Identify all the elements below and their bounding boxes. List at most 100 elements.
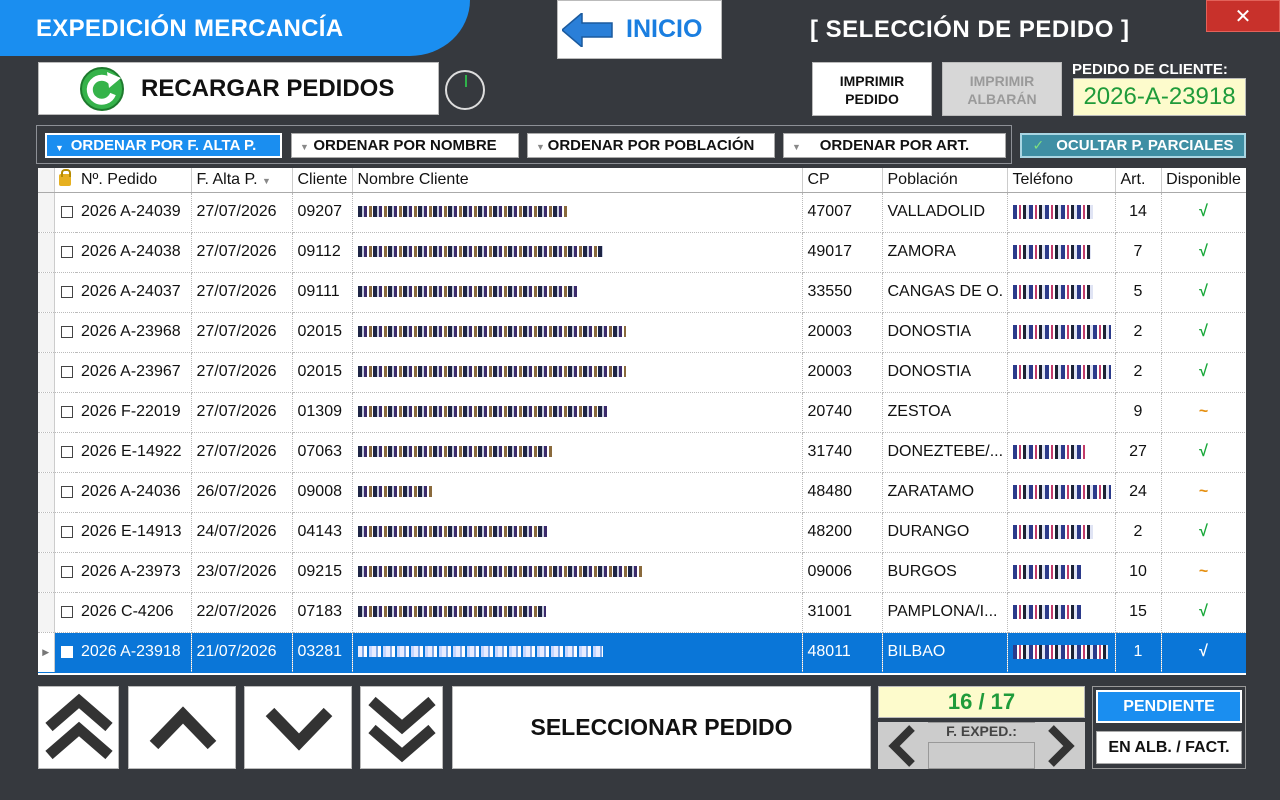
row-checkbox-cell[interactable] [54,632,76,673]
row-checkbox-cell[interactable] [54,472,76,513]
table-row[interactable]: 2026 A-23967 27/07/2026 02015 20003 DONOSTIA… [38,352,1246,393]
dispatch-date-next-button[interactable] [1035,722,1085,769]
row-selector[interactable] [38,232,55,273]
col-order-number[interactable]: Nº. Pedido [76,168,192,193]
hide-partial-toggle[interactable]: ✓ OCULTAR P. PARCIALES [1020,133,1246,158]
redacted-client-name [357,446,553,458]
sort-by-town-button[interactable]: ▼ ORDENAR POR POBLACIÓN [527,133,775,158]
phone [1007,472,1116,513]
row-checkbox[interactable] [60,645,73,658]
col-client-name[interactable]: Nombre Cliente [352,168,803,193]
availability-cell: ~ [1161,392,1246,433]
close-button[interactable]: ✕ [1206,0,1280,32]
col-phone[interactable]: Teléfono [1007,168,1116,193]
table-row[interactable]: 2026 A-23968 27/07/2026 02015 20003 DONOSTIA… [38,312,1246,353]
row-checkbox[interactable] [60,405,73,418]
row-selector[interactable] [38,552,55,593]
row-checkbox[interactable] [60,285,73,298]
row-checkbox-cell[interactable] [54,592,76,633]
row-checkbox-cell[interactable] [54,352,76,393]
row-selector[interactable]: ▶ [38,632,55,673]
row-checkbox-cell[interactable] [54,192,76,233]
table-row[interactable]: 2026 E-14922 27/07/2026 07063 31740 DONEZTEB… [38,432,1246,473]
table-row[interactable]: 2026 C-4206 22/07/2026 07183 31001 PAMPLONA/… [38,592,1246,633]
col-town[interactable]: Población [882,168,1008,193]
table-row[interactable]: 2026 F-22019 27/07/2026 01309 20740 ZESTOA 9 ~ [38,392,1246,433]
lock-icon [58,168,71,186]
row-checkbox-cell[interactable] [54,232,76,273]
reload-orders-button[interactable]: RECARGAR PEDIDOS [38,62,439,115]
row-selector[interactable] [38,592,55,633]
town: BURGOS [882,552,1008,593]
table-row[interactable]: ▶ 2026 A-23918 21/07/2026 03281 48011 BILBAO 1… [38,632,1246,673]
client-name [352,312,803,353]
col-postal-code[interactable]: CP [802,168,883,193]
table-row[interactable]: 2026 A-24038 27/07/2026 09112 49017 ZAMORA 7 √ [38,232,1246,273]
col-date[interactable]: F. Alta P. ▼ [191,168,293,193]
table-row[interactable]: 2026 A-23973 23/07/2026 09215 09006 BURGOS 10… [38,552,1246,593]
print-order-button[interactable]: IMPRIMIR PEDIDO [812,62,932,116]
postal-code: 48011 [802,632,883,673]
table-row[interactable]: 2026 E-14913 24/07/2026 04143 48200 DURANGO 2… [38,512,1246,553]
row-checkbox[interactable] [60,605,73,618]
home-label: INICIO [626,15,703,43]
row-selector[interactable] [38,192,55,233]
row-checkbox[interactable] [60,245,73,258]
row-checkbox[interactable] [60,565,73,578]
row-selector[interactable] [38,312,55,353]
row-selector[interactable] [38,512,55,553]
redacted-phone [1012,244,1091,259]
select-order-button[interactable]: SELECCIONAR PEDIDO [452,686,871,769]
next-button[interactable] [244,686,352,769]
redacted-phone [1012,364,1111,379]
row-checkbox-cell[interactable] [54,272,76,313]
col-available[interactable]: Disponible [1161,168,1246,193]
pending-filter-button[interactable]: PENDIENTE [1096,690,1242,723]
row-checkbox[interactable] [60,205,73,218]
previous-button[interactable] [128,686,236,769]
availability-icon: √ [1199,443,1208,460]
row-selector[interactable] [38,272,55,313]
row-checkbox-cell[interactable] [54,552,76,593]
sort-by-name-button[interactable]: ▼ ORDENAR POR NOMBRE [291,133,519,158]
row-selector[interactable] [38,432,55,473]
chevron-left-icon [888,725,915,767]
sort-by-art-button[interactable]: ▼ ORDENAR POR ART. [783,133,1006,158]
dispatch-date-prev-button[interactable] [878,722,928,769]
article-count: 9 [1115,392,1162,433]
sort-by-date-label: ORDENAR POR F. ALTA P. [70,137,257,154]
row-selector[interactable] [38,472,55,513]
row-checkbox-cell[interactable] [54,312,76,353]
table-row[interactable]: 2026 A-24039 27/07/2026 09207 47007 VALLADOL… [38,192,1246,233]
invoiced-filter-button[interactable]: EN ALB. / FACT. [1096,731,1242,764]
row-checkbox-cell[interactable] [54,512,76,553]
row-checkbox[interactable] [60,445,73,458]
first-page-button[interactable] [38,686,119,769]
redacted-client-name [357,486,433,498]
row-checkbox[interactable] [60,365,73,378]
dispatch-date-field[interactable] [928,742,1035,769]
redacted-client-name [357,286,578,298]
redacted-client-name [357,646,603,658]
row-selector[interactable] [38,392,55,433]
caret-down-icon: ▼ [55,143,64,153]
print-delivery-note-button[interactable]: IMPRIMIR ALBARÁN [942,62,1062,116]
sort-desc-icon: ▼ [262,175,271,186]
order-date: 23/07/2026 [191,552,293,593]
last-page-button[interactable] [360,686,443,769]
table-row[interactable]: 2026 A-24037 27/07/2026 09111 33550 CANGAS D… [38,272,1246,313]
row-checkbox[interactable] [60,325,73,338]
caret-down-icon: ▼ [536,142,545,152]
availability-cell: √ [1161,632,1246,673]
home-button[interactable]: INICIO [557,0,722,59]
row-checkbox-cell[interactable] [54,432,76,473]
row-checkbox[interactable] [60,525,73,538]
col-articles[interactable]: Art. [1115,168,1162,193]
row-checkbox-cell[interactable] [54,392,76,433]
col-client[interactable]: Cliente [292,168,353,193]
town: DONOSTIA [882,352,1008,393]
row-selector[interactable] [38,352,55,393]
sort-by-date-button[interactable]: ▼ ORDENAR POR F. ALTA P. [45,133,282,158]
row-checkbox[interactable] [60,485,73,498]
table-row[interactable]: 2026 A-24036 26/07/2026 09008 48480 ZARATAMO… [38,472,1246,513]
